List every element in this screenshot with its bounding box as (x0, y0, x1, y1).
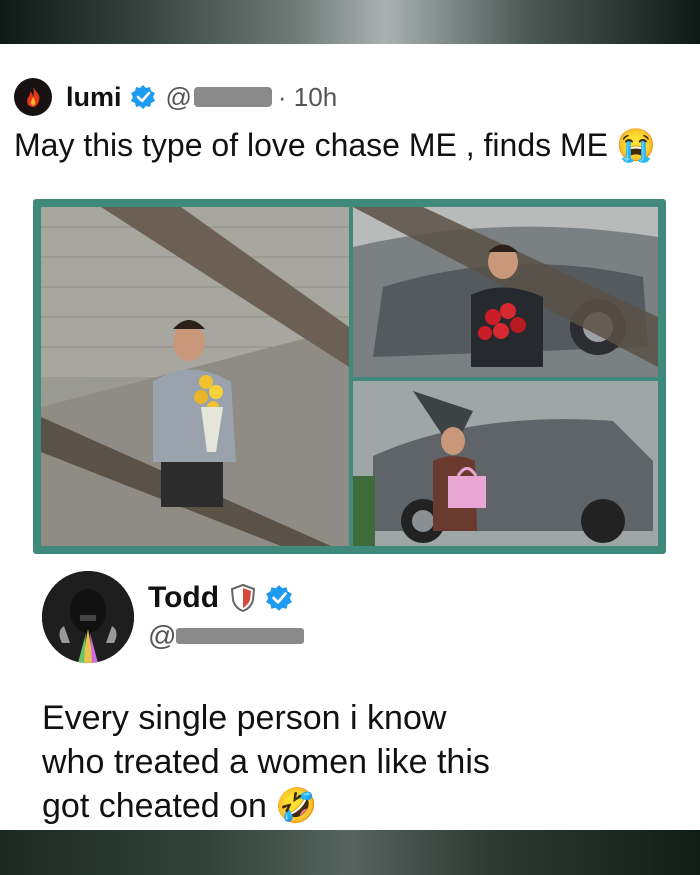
tweet2-text-line-3-row: got cheated on 🤣 (42, 784, 642, 828)
man-with-red-roses-photo[interactable] (353, 207, 658, 377)
tweet1-body: May this type of love chase ME , finds M… (14, 126, 656, 164)
tweet2-text-line-3: got cheated on (42, 787, 267, 825)
background-forest-bottom (0, 830, 700, 875)
tweet1-header: lumi @ · 10h (14, 77, 337, 117)
tweet2-handle[interactable]: @ (148, 620, 305, 652)
tweet2-text-line-1: Every single person i know (42, 699, 447, 737)
background-forest-top (0, 0, 700, 44)
verified-badge-icon (130, 85, 155, 109)
tweet2-handle-prefix: @ (148, 620, 177, 651)
tweet1-text: May this type of love chase ME , finds M… (14, 126, 609, 163)
rolling-laughing-face-icon: 🤣 (274, 787, 318, 825)
flame-icon (27, 87, 40, 107)
photo-collage[interactable] (33, 199, 666, 554)
tweet2-author-name[interactable]: Todd (148, 581, 219, 615)
tweet1-timestamp[interactable]: · 10h (278, 82, 337, 113)
tweet1-handle-redaction (193, 87, 272, 107)
man-with-pink-gift-bag-photo[interactable] (353, 381, 658, 546)
post-card: lumi @ · 10h May this type of love chase… (0, 44, 700, 830)
tweet1-author-name[interactable]: lumi (66, 82, 122, 113)
tweet2-handle-redaction (176, 628, 305, 644)
crying-face-icon: 😭 (616, 127, 656, 163)
tweet1-handle[interactable]: @ · 10h (166, 82, 338, 113)
verified-badge-icon (266, 585, 293, 611)
tweet1-handle-prefix: @ (165, 81, 192, 112)
tweet2-author-row: Todd (148, 581, 293, 615)
man-with-yellow-flowers-photo[interactable] (41, 207, 349, 546)
tweet2-text-line-2: who treated a women like this (42, 743, 490, 781)
tweet2-avatar[interactable] (42, 571, 134, 663)
tweet2-body: Every single person i know who treated a… (42, 696, 642, 828)
shield-badge-icon (231, 583, 256, 613)
tweet1-avatar[interactable] (14, 78, 52, 116)
